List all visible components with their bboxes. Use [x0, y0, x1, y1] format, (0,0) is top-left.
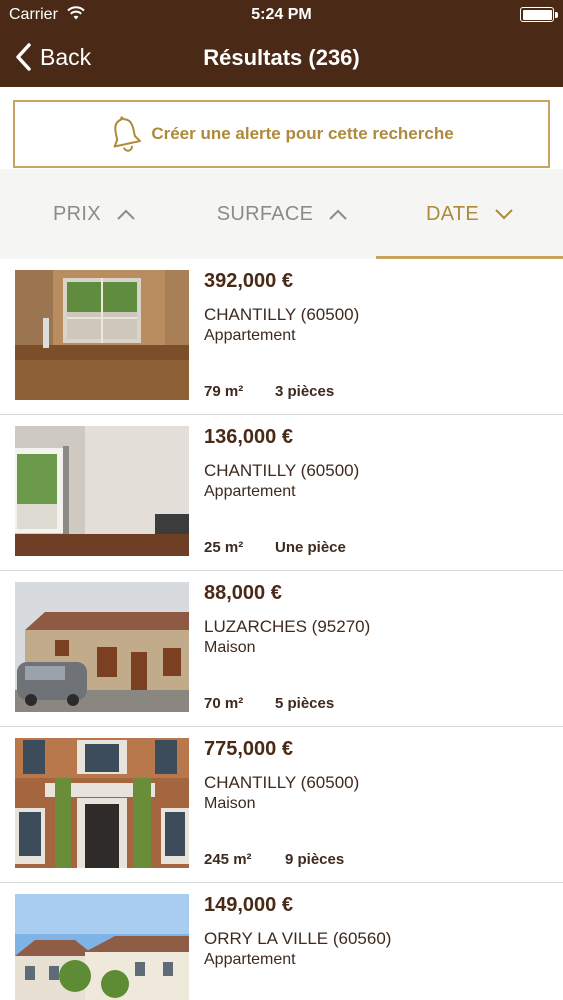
- listing-surface: 25 m²: [204, 539, 244, 556]
- listing-surface: 70 m²: [204, 695, 244, 712]
- listing-photo: [15, 582, 189, 712]
- listing-rooms: 9 pièces: [285, 851, 345, 868]
- listing-price: 136,000 €: [204, 426, 293, 448]
- listing-city: LUZARCHES (95270): [204, 617, 371, 636]
- listing-type: Appartement: [204, 327, 296, 344]
- sort-tab-label: PRIX: [53, 202, 101, 225]
- listing-city: CHANTILLY (60500): [204, 773, 360, 792]
- listing-rooms: 3 pièces: [275, 383, 335, 400]
- sort-bar: PRIX SURFACE DATE: [0, 169, 563, 259]
- alert-section: Créer une alerte pour cette recherche: [0, 87, 563, 169]
- listing-price: 149,000 €: [204, 894, 293, 916]
- battery-icon: [520, 7, 558, 22]
- listing-item[interactable]: 149,000 € ORRY LA VILLE (60560) Appartem…: [0, 883, 563, 1000]
- navigation-bar: Back Résultats (236): [0, 30, 563, 87]
- chevron-down-icon: [495, 208, 513, 219]
- sort-tab-surface[interactable]: SURFACE: [188, 169, 376, 259]
- listing-surface: 245 m²: [204, 851, 252, 868]
- bell-icon: [113, 116, 142, 152]
- status-bar: Carrier 5:24 PM: [0, 0, 563, 30]
- listing-type: Maison: [204, 795, 256, 812]
- listing-item[interactable]: 88,000 € LUZARCHES (95270) Maison 70 m² …: [0, 571, 563, 727]
- listing-item[interactable]: 136,000 € CHANTILLY (60500) Appartement …: [0, 415, 563, 571]
- listing-photo: [15, 426, 189, 556]
- listing-city: CHANTILLY (60500): [204, 461, 360, 480]
- listing-rooms: 5 pièces: [275, 695, 335, 712]
- results-list[interactable]: 392,000 € CHANTILLY (60500) Appartement …: [0, 259, 563, 1000]
- listing-type: Appartement: [204, 483, 296, 500]
- listing-photo: [15, 738, 189, 868]
- sort-tab-price[interactable]: PRIX: [0, 169, 188, 259]
- sort-tab-date[interactable]: DATE: [376, 169, 563, 259]
- listing-price: 775,000 €: [204, 738, 293, 760]
- listing-photo: [15, 270, 189, 400]
- sort-tab-label: DATE: [425, 202, 480, 225]
- chevron-up-icon: [117, 209, 135, 220]
- listing-city: ORRY LA VILLE (60560): [204, 929, 392, 948]
- listing-type: Appartement: [204, 951, 296, 968]
- listing-type: Maison: [204, 639, 256, 656]
- listing-item[interactable]: 775,000 € CHANTILLY (60500) Maison 245 m…: [0, 727, 563, 883]
- listing-photo: [15, 894, 189, 1000]
- create-alert-label: Créer une alerte pour cette recherche: [151, 124, 454, 143]
- top-bar: Carrier 5:24 PM Back Résultats (236): [0, 0, 563, 87]
- listing-surface: 79 m²: [204, 383, 244, 400]
- page-title: Résultats (236): [203, 45, 360, 70]
- create-alert-button[interactable]: Créer une alerte pour cette recherche: [13, 100, 550, 168]
- listing-price: 392,000 €: [204, 270, 293, 292]
- listing-rooms: Une pièce: [275, 539, 346, 556]
- listing-city: CHANTILLY (60500): [204, 305, 360, 324]
- sort-tab-label: SURFACE: [216, 202, 314, 225]
- chevron-up-icon: [329, 209, 347, 220]
- listing-price: 88,000 €: [204, 582, 282, 604]
- listing-item[interactable]: 392,000 € CHANTILLY (60500) Appartement …: [0, 259, 563, 415]
- status-time: 5:24 PM: [251, 6, 312, 23]
